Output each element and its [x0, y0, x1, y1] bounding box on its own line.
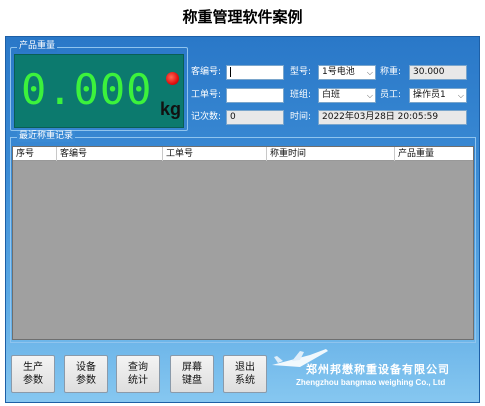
weight-display: 0.000 kg: [14, 54, 184, 128]
company-name-cn: 郑州邦懋称重设备有限公司: [306, 363, 450, 376]
chevron-down-icon: ⌵: [457, 91, 464, 100]
employee-label: 员工:: [380, 90, 402, 100]
column-header-customer-no[interactable]: 客编号: [57, 147, 163, 161]
company-name-en: Zhengzhou bangmao weighing Co., Ltd: [296, 378, 446, 387]
weight-unit: kg: [160, 99, 182, 119]
column-header-work-order[interactable]: 工单号: [163, 147, 267, 161]
query-stats-button[interactable]: 查询 统计: [116, 355, 160, 393]
chevron-down-icon: ⌵: [366, 68, 373, 77]
employee-select[interactable]: 操作员1 ⌵: [409, 88, 467, 103]
weighing-field: 30.000: [409, 65, 467, 80]
shift-value: 白班: [322, 90, 341, 100]
records-table[interactable]: 序号 客编号 工单号 称重时间 产品重量: [12, 146, 474, 340]
weight-value: 0.000: [21, 65, 153, 114]
chevron-down-icon: ⌵: [366, 91, 373, 100]
model-label: 型号:: [290, 67, 312, 77]
customer-no-input[interactable]: [226, 65, 284, 80]
button-label-line2: 系统: [235, 375, 255, 386]
work-order-label: 工单号:: [191, 90, 222, 100]
production-params-button[interactable]: 生产 参数: [11, 355, 55, 393]
button-label-line1: 退出: [235, 362, 255, 373]
time-field: 2022年03月28日 20:05:59: [318, 110, 467, 125]
exit-system-button[interactable]: 退出 系统: [223, 355, 267, 393]
employee-value: 操作员1: [413, 90, 446, 100]
button-label-line2: 键盘: [182, 375, 202, 386]
customer-no-label: 客编号:: [191, 67, 222, 77]
recent-records-group: 最近称重记录 序号 客编号 工单号 称重时间 产品重量: [10, 131, 476, 343]
column-header-weigh-time[interactable]: 称重时间: [267, 147, 395, 161]
button-label-line2: 参数: [76, 375, 96, 386]
screen-keyboard-button[interactable]: 屏幕 键盘: [170, 355, 214, 393]
model-select[interactable]: 1号电池 ⌵: [318, 65, 376, 80]
button-label-line1: 屏幕: [182, 362, 202, 373]
work-order-input[interactable]: [226, 88, 284, 103]
model-value: 1号电池: [322, 67, 355, 77]
time-label: 时间:: [290, 112, 312, 122]
shift-label: 班组:: [290, 90, 312, 100]
column-header-index[interactable]: 序号: [13, 147, 57, 161]
weighing-app-window: 产品重量 0.000 kg 客编号: 型号: 1号电池 ⌵ 称重: 30.000 …: [5, 36, 480, 403]
record-count-field: 0: [226, 110, 284, 125]
status-indicator-icon: [166, 72, 179, 85]
button-label-line2: 统计: [128, 375, 148, 386]
weight-display-group: 产品重量 0.000 kg: [10, 41, 188, 131]
text-caret: [230, 66, 231, 77]
weight-group-label: 产品重量: [17, 41, 58, 52]
device-params-button[interactable]: 设备 参数: [64, 355, 108, 393]
record-count-label: 记次数:: [191, 112, 222, 122]
button-label-line1: 查询: [128, 362, 148, 373]
button-label-line1: 设备: [76, 362, 96, 373]
column-header-weight[interactable]: 产品重量: [395, 147, 473, 161]
records-group-label: 最近称重记录: [17, 131, 76, 142]
button-label-line2: 参数: [23, 375, 43, 386]
table-header: 序号 客编号 工单号 称重时间 产品重量: [13, 147, 473, 161]
shift-select[interactable]: 白班 ⌵: [318, 88, 376, 103]
document-title: 称重管理软件案例: [182, 8, 303, 26]
weighing-label: 称重:: [380, 67, 402, 77]
button-label-line1: 生产: [23, 362, 43, 373]
